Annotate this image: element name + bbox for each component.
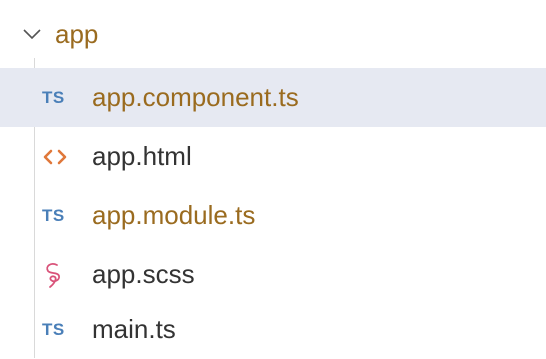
folder-row-app[interactable]: app xyxy=(0,10,546,58)
file-label: app.html xyxy=(92,141,192,171)
sass-icon xyxy=(42,245,82,304)
typescript-icon: TS xyxy=(42,205,65,225)
file-explorer-tree: app TS app.component.ts app.html TS app.… xyxy=(0,0,546,359)
file-label: app.module.ts xyxy=(92,200,256,230)
typescript-icon: TS xyxy=(42,319,65,339)
file-row-app-module-ts[interactable]: TS app.module.ts xyxy=(0,186,546,245)
folder-label: app xyxy=(55,19,99,49)
file-row-app-html[interactable]: app.html xyxy=(0,127,546,186)
chevron-down-icon[interactable] xyxy=(22,26,42,42)
file-label: app.component.ts xyxy=(92,82,299,112)
file-label: app.scss xyxy=(92,259,195,289)
html-icon xyxy=(42,127,82,186)
file-row-main-ts[interactable]: TS main.ts xyxy=(0,300,546,359)
file-label: main.ts xyxy=(92,314,176,344)
file-row-app-scss[interactable]: app.scss xyxy=(0,245,546,304)
typescript-icon: TS xyxy=(42,87,65,107)
file-row-app-component-ts[interactable]: TS app.component.ts xyxy=(0,68,546,127)
